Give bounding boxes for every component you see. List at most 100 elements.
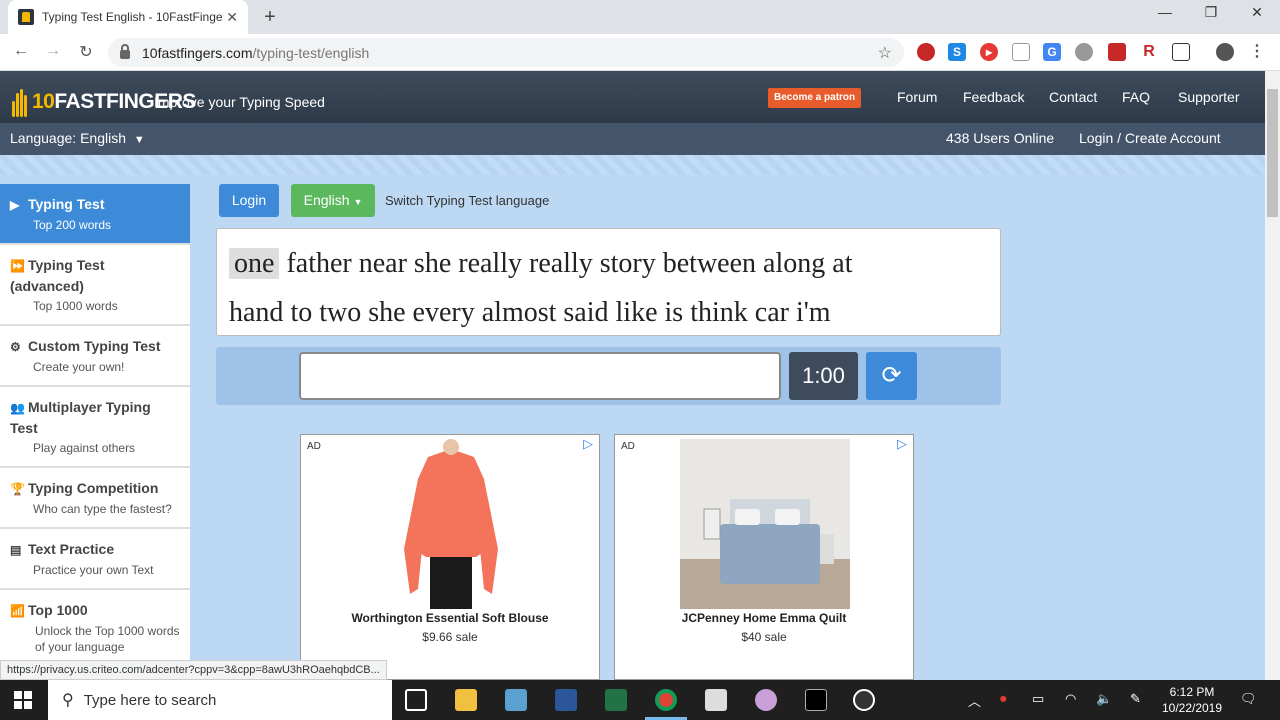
address-bar[interactable]: 10fastfingers.com/typing-test/english ☆ — [108, 38, 904, 67]
words-line-1: one father near she really really story between… — [229, 239, 988, 288]
blouse-image — [366, 439, 536, 609]
forward-button[interactable]: → — [42, 42, 64, 60]
document-icon: ▤ — [10, 543, 22, 557]
paint-icon[interactable] — [755, 689, 777, 711]
word-icon[interactable] — [555, 689, 577, 711]
url-path: /typing-test/english — [252, 44, 370, 61]
restart-button[interactable]: ⟳ — [866, 352, 917, 400]
close-window-button[interactable]: ✕ — [1234, 4, 1280, 21]
extension-layout-icon[interactable] — [1012, 43, 1030, 61]
tray-chevron-up-icon[interactable]: ︿ — [968, 691, 981, 710]
volume-icon[interactable]: 🔈 — [1096, 691, 1112, 707]
app-icon[interactable] — [505, 689, 527, 711]
extension-discord-icon[interactable] — [1075, 43, 1093, 61]
word: two — [319, 297, 362, 328]
new-tab-button[interactable]: + — [258, 6, 282, 29]
sidebar-item-typing-competition[interactable]: 🏆 Typing Competition Who can type the fas… — [0, 468, 190, 529]
caret-down-icon: ▼ — [353, 197, 363, 207]
sidebar-item-top-1000[interactable]: 📶 Top 1000 Unlock the Top 1000 words of y… — [0, 590, 190, 665]
tray-record-icon[interactable]: ⏺ — [1000, 691, 1007, 707]
word: to — [290, 297, 313, 328]
obs-icon[interactable] — [853, 689, 875, 711]
extension-s-icon[interactable]: S — [948, 43, 966, 61]
login-button[interactable]: Login — [219, 184, 279, 217]
input-row: 1:00 ⟳ — [216, 347, 1001, 405]
file-explorer-icon[interactable] — [455, 689, 477, 711]
language-select[interactable]: Language: English ▼ — [10, 130, 145, 146]
word: she — [368, 297, 406, 328]
gears-icon: ⚙ — [10, 340, 21, 354]
nav-supporter[interactable]: Supporter — [1178, 89, 1239, 105]
page-scrollbar[interactable] — [1265, 71, 1280, 680]
bookmark-star-icon[interactable]: ☆ — [878, 43, 892, 63]
become-patron-button[interactable]: Become a patron — [768, 88, 862, 108]
nav-forum[interactable]: Forum — [897, 89, 937, 105]
extension-lastpass-icon[interactable] — [917, 43, 935, 61]
browser-toolbar: ← → ↻ 10fastfingers.com/typing-test/engl… — [0, 34, 1280, 71]
battery-icon[interactable]: ▭ — [1032, 691, 1044, 707]
ad-choices-icon[interactable]: ▷ — [897, 436, 911, 451]
task-view-icon[interactable] — [405, 689, 427, 711]
restore-button[interactable]: ❐ — [1188, 4, 1234, 21]
word: like — [615, 297, 658, 328]
profile-avatar-icon[interactable] — [1216, 43, 1234, 61]
browser-tab-bar: Typing Test English - 10FastFingers ✕ + … — [0, 0, 1280, 34]
word: she — [413, 248, 452, 279]
site-favicon-icon — [18, 9, 34, 25]
back-button[interactable]: ← — [10, 42, 32, 60]
reload-button[interactable]: ↻ — [75, 42, 97, 62]
sidebar-item-multiplayer[interactable]: 👥 Multiplayer Typing Test Play against ot… — [0, 387, 190, 468]
word: said — [563, 297, 609, 328]
word: between — [662, 248, 757, 279]
taskbar-search[interactable]: ⚲ Type here to search — [48, 680, 392, 720]
excel-icon[interactable] — [605, 689, 627, 711]
word: along — [763, 248, 826, 279]
site-header: 10FASTFINGERS Improve your Typing Speed … — [0, 71, 1265, 123]
url-host: 10fastfingers.com — [142, 44, 253, 61]
ad-blouse[interactable]: AD ▷ Worthington Essential Soft Blouse $… — [300, 434, 600, 680]
users-icon: 👥 — [10, 401, 25, 415]
scrollbar-thumb[interactable] — [1267, 89, 1278, 217]
sidebar-item-typing-test-advanced[interactable]: ⏩ Typing Test (advanced) Top 1000 words — [0, 245, 190, 326]
sidebar-item-custom-typing-test[interactable]: ⚙ Custom Typing Test Create your own! — [0, 326, 190, 387]
word: near — [358, 248, 407, 279]
language-dropdown-button[interactable]: English ▼ — [291, 184, 375, 217]
browser-tab[interactable]: Typing Test English - 10FastFingers ✕ — [8, 0, 248, 34]
signal-icon: 📶 — [10, 604, 25, 618]
typing-input[interactable] — [299, 352, 781, 400]
word: story — [599, 248, 656, 279]
ad-product-name: JCPenney Home Emma Quilt — [681, 611, 847, 625]
chrome-icon[interactable] — [655, 689, 677, 711]
notifications-icon[interactable]: 🗨 — [1240, 691, 1257, 707]
word: really — [529, 248, 593, 279]
sidebar-item-text-practice[interactable]: ▤ Text Practice Practice your own Text — [0, 529, 190, 590]
nav-feedback[interactable]: Feedback — [963, 89, 1024, 105]
word: think — [690, 297, 748, 328]
extension-chart-icon[interactable] — [1108, 43, 1126, 61]
extension-piano-icon[interactable] — [1172, 43, 1190, 61]
extension-translate-icon[interactable]: G — [1043, 43, 1061, 61]
switch-language-label: Switch Typing Test language — [385, 193, 550, 208]
ad-choices-icon[interactable]: ▷ — [583, 436, 597, 451]
windows-start-icon[interactable] — [14, 691, 32, 709]
close-tab-icon[interactable]: ✕ — [226, 9, 238, 26]
taskbar-clock[interactable]: 6:12 PM 10/22/2019 — [1160, 684, 1224, 716]
terminal-icon[interactable] — [805, 689, 827, 711]
minimize-button[interactable]: — — [1142, 4, 1188, 20]
login-create-account-link[interactable]: Login / Create Account — [1079, 130, 1221, 146]
sidebar-item-typing-test[interactable]: ▶ Typing Test Top 200 words — [0, 184, 190, 245]
menu-kebab-icon[interactable]: ⋮ — [1248, 43, 1266, 61]
words-line-2: hand to two she every almost said like is think ca… — [229, 288, 988, 335]
decorative-stripe — [0, 155, 1265, 175]
words-display: one father near she really really story between… — [216, 228, 1001, 336]
word: hand — [229, 297, 284, 328]
extension-r-icon[interactable]: R — [1140, 43, 1158, 61]
extension-youtube-icon[interactable]: ▸ — [980, 43, 998, 61]
nav-faq[interactable]: FAQ — [1122, 89, 1150, 105]
nav-contact[interactable]: Contact — [1049, 89, 1097, 105]
pen-icon[interactable]: ✎ — [1130, 691, 1141, 707]
calculator-icon[interactable] — [705, 689, 727, 711]
word: father — [286, 248, 352, 279]
ad-quilt[interactable]: AD ▷ JCPenney Home Emma Quilt $40 sale — [614, 434, 914, 680]
wifi-icon[interactable]: ◠ — [1065, 691, 1076, 707]
